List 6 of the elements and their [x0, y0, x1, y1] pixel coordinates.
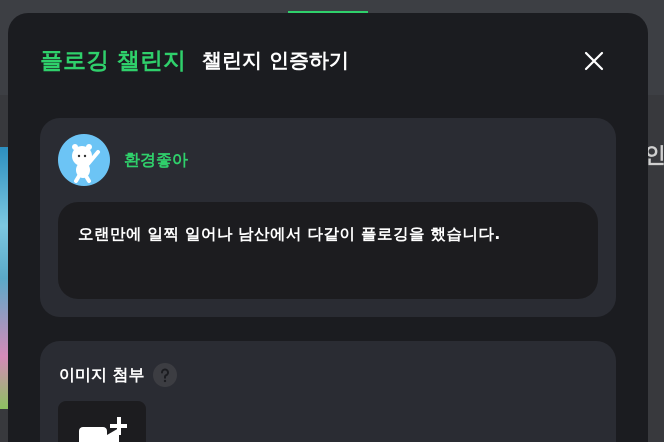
post-text: 오랜만에 일찍 일어나 남산에서 다같이 플로깅을 했습니다. [58, 202, 598, 299]
attachment-label: 이미지 첨부 [59, 364, 145, 386]
modal-title: 플로깅 챌린지 [40, 47, 186, 76]
author-name: 환경좋아 [124, 150, 188, 170]
modal-subtitle: 챌린지 인증하기 [202, 47, 350, 74]
bear-avatar-icon [58, 134, 110, 186]
